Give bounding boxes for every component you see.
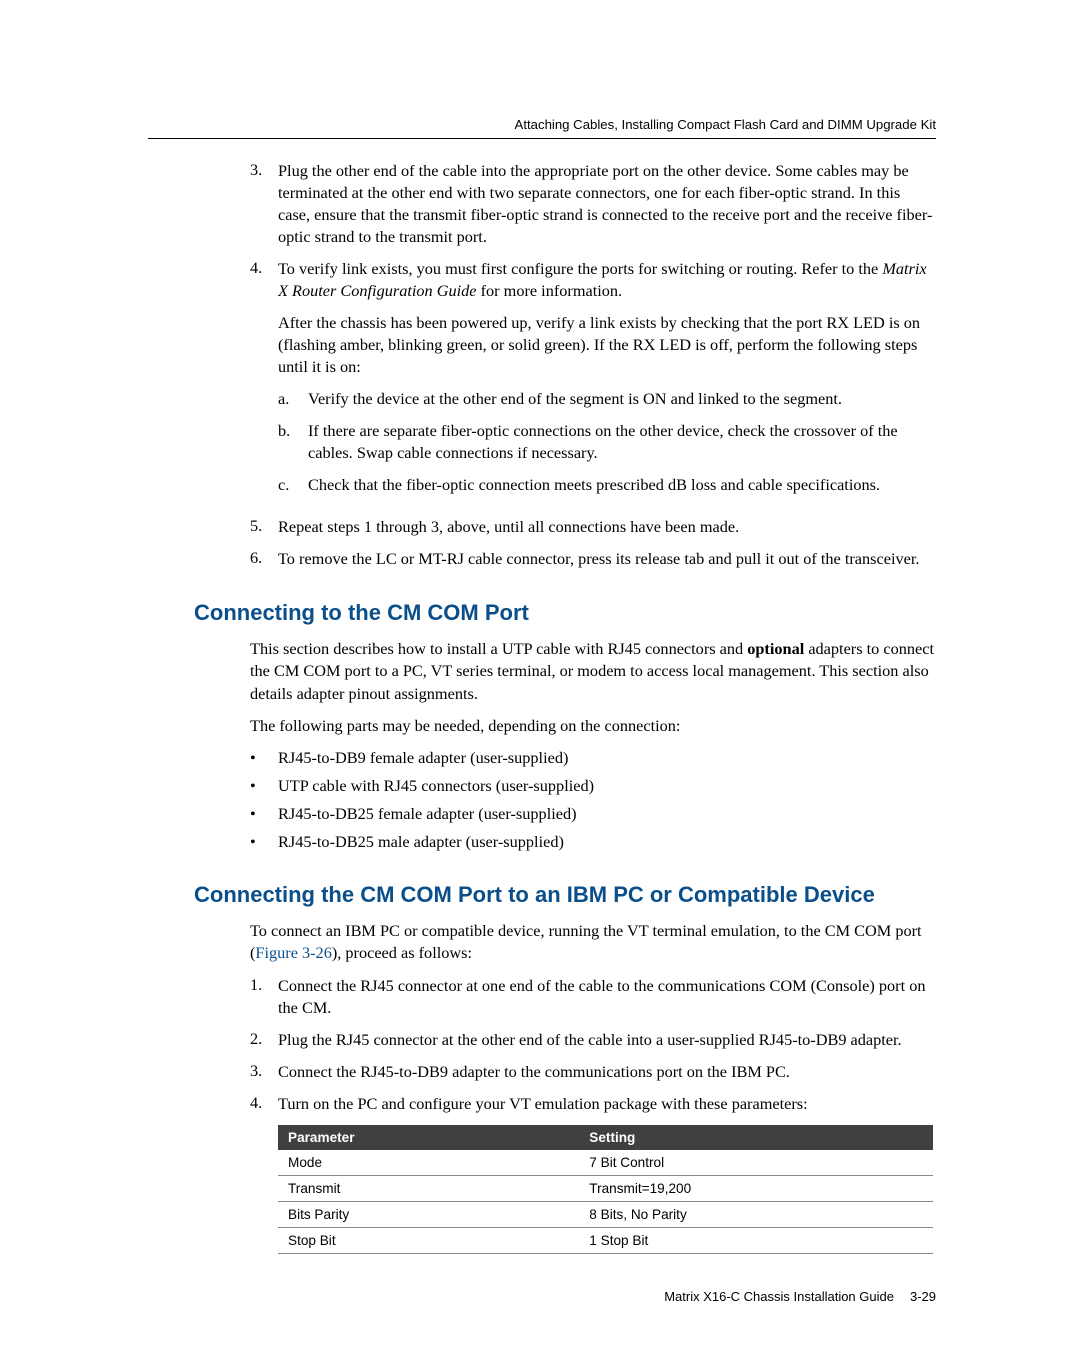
step-4-sub-para: After the chassis has been powered up, v… (278, 312, 936, 378)
step-text: Turn on the PC and configure your VT emu… (278, 1093, 936, 1115)
section1-para1-a: This section describes how to install a … (250, 639, 747, 658)
step-number: 4. (250, 1093, 278, 1115)
step-number: 3. (250, 160, 278, 248)
step-body: To verify link exists, you must first co… (278, 258, 936, 506)
content-area: 3. Plug the other end of the cable into … (194, 160, 936, 1254)
step-4c: c. Check that the fiber-optic connection… (278, 474, 936, 496)
footer-doc-title: Matrix X16-C Chassis Installation Guide (664, 1289, 894, 1304)
alpha-label: c. (278, 474, 308, 496)
th-parameter: Parameter (278, 1125, 579, 1150)
footer: Matrix X16-C Chassis Installation Guide 3… (664, 1289, 936, 1304)
section1-para2: The following parts may be needed, depen… (250, 715, 936, 737)
step-4-alpha-list: a. Verify the device at the other end of… (278, 388, 936, 496)
bullet-text: UTP cable with RJ45 connectors (user-sup… (278, 776, 936, 796)
step-4-tail: for more information. (477, 281, 623, 300)
list-item: •RJ45-to-DB25 male adapter (user-supplie… (250, 832, 936, 852)
table-row: Transmit Transmit=19,200 (278, 1175, 933, 1201)
step-number: 2. (250, 1029, 278, 1051)
bullet-icon: • (250, 776, 278, 796)
step-4-lead: To verify link exists, you must first co… (278, 259, 882, 278)
step-number: 5. (250, 516, 278, 538)
step-3: 3. Plug the other end of the cable into … (250, 160, 936, 248)
step-4b: b. If there are separate fiber-optic con… (278, 420, 936, 464)
step-text: To remove the LC or MT-RJ cable connecto… (278, 548, 936, 570)
step-text: Plug the RJ45 connector at the other end… (278, 1029, 936, 1051)
steps-list-upper: 3. Plug the other end of the cable into … (250, 160, 936, 570)
section2-para1-b: ), proceed as follows: (332, 943, 472, 962)
s2-step-1: 1. Connect the RJ45 connector at one end… (250, 975, 936, 1019)
section2-para1: To connect an IBM PC or compatible devic… (250, 920, 936, 965)
table-row: Mode 7 Bit Control (278, 1150, 933, 1176)
cell-parameter: Stop Bit (278, 1227, 579, 1253)
footer-page-number: 3-29 (910, 1289, 936, 1304)
step-text: Repeat steps 1 through 3, above, until a… (278, 516, 936, 538)
heading-connecting-cm-com: Connecting to the CM COM Port (194, 600, 936, 626)
alpha-label: b. (278, 420, 308, 464)
running-header: Attaching Cables, Installing Compact Fla… (148, 117, 936, 132)
s2-step-4: 4. Turn on the PC and configure your VT … (250, 1093, 936, 1115)
s2-step-2: 2. Plug the RJ45 connector at the other … (250, 1029, 936, 1051)
table-row: Stop Bit 1 Stop Bit (278, 1227, 933, 1253)
section2-steps: 1. Connect the RJ45 connector at one end… (250, 975, 936, 1115)
cell-parameter: Bits Parity (278, 1201, 579, 1227)
page: Attaching Cables, Installing Compact Fla… (0, 0, 1080, 1364)
step-5: 5. Repeat steps 1 through 3, above, unti… (250, 516, 936, 538)
step-number: 6. (250, 548, 278, 570)
step-4: 4. To verify link exists, you must first… (250, 258, 936, 506)
bullet-icon: • (250, 748, 278, 768)
parameters-table-wrap: Parameter Setting Mode 7 Bit Control Tra… (278, 1125, 936, 1254)
bullet-text: RJ45-to-DB25 male adapter (user-supplied… (278, 832, 936, 852)
cell-setting: 1 Stop Bit (579, 1227, 933, 1253)
alpha-text: Check that the fiber-optic connection me… (308, 474, 936, 496)
cell-parameter: Transmit (278, 1175, 579, 1201)
section1-bullets: •RJ45-to-DB9 female adapter (user-suppli… (250, 748, 936, 852)
bullet-text: RJ45-to-DB25 female adapter (user-suppli… (278, 804, 936, 824)
heading-connecting-ibm-pc: Connecting the CM COM Port to an IBM PC … (194, 882, 936, 908)
cell-setting: 7 Bit Control (579, 1150, 933, 1176)
list-item: •RJ45-to-DB25 female adapter (user-suppl… (250, 804, 936, 824)
alpha-text: If there are separate fiber-optic connec… (308, 420, 936, 464)
bullet-text: RJ45-to-DB9 female adapter (user-supplie… (278, 748, 936, 768)
cell-setting: Transmit=19,200 (579, 1175, 933, 1201)
bullet-icon: • (250, 804, 278, 824)
figure-link[interactable]: Figure 3-26 (255, 943, 331, 962)
table-header-row: Parameter Setting (278, 1125, 933, 1150)
list-item: •UTP cable with RJ45 connectors (user-su… (250, 776, 936, 796)
alpha-text: Verify the device at the other end of th… (308, 388, 936, 410)
parameters-table: Parameter Setting Mode 7 Bit Control Tra… (278, 1125, 933, 1254)
alpha-label: a. (278, 388, 308, 410)
th-setting: Setting (579, 1125, 933, 1150)
step-number: 3. (250, 1061, 278, 1083)
step-6: 6. To remove the LC or MT-RJ cable conne… (250, 548, 936, 570)
cell-setting: 8 Bits, No Parity (579, 1201, 933, 1227)
s2-step-3: 3. Connect the RJ45-to-DB9 adapter to th… (250, 1061, 936, 1083)
step-number: 4. (250, 258, 278, 506)
header-rule (148, 138, 936, 139)
bullet-icon: • (250, 832, 278, 852)
section1-para1-bold: optional (747, 639, 804, 658)
step-number: 1. (250, 975, 278, 1019)
step-text: Connect the RJ45 connector at one end of… (278, 975, 936, 1019)
step-text: Plug the other end of the cable into the… (278, 160, 936, 248)
step-4a: a. Verify the device at the other end of… (278, 388, 936, 410)
list-item: •RJ45-to-DB9 female adapter (user-suppli… (250, 748, 936, 768)
section1-para1: This section describes how to install a … (250, 638, 936, 705)
table-row: Bits Parity 8 Bits, No Parity (278, 1201, 933, 1227)
cell-parameter: Mode (278, 1150, 579, 1176)
step-text: Connect the RJ45-to-DB9 adapter to the c… (278, 1061, 936, 1083)
